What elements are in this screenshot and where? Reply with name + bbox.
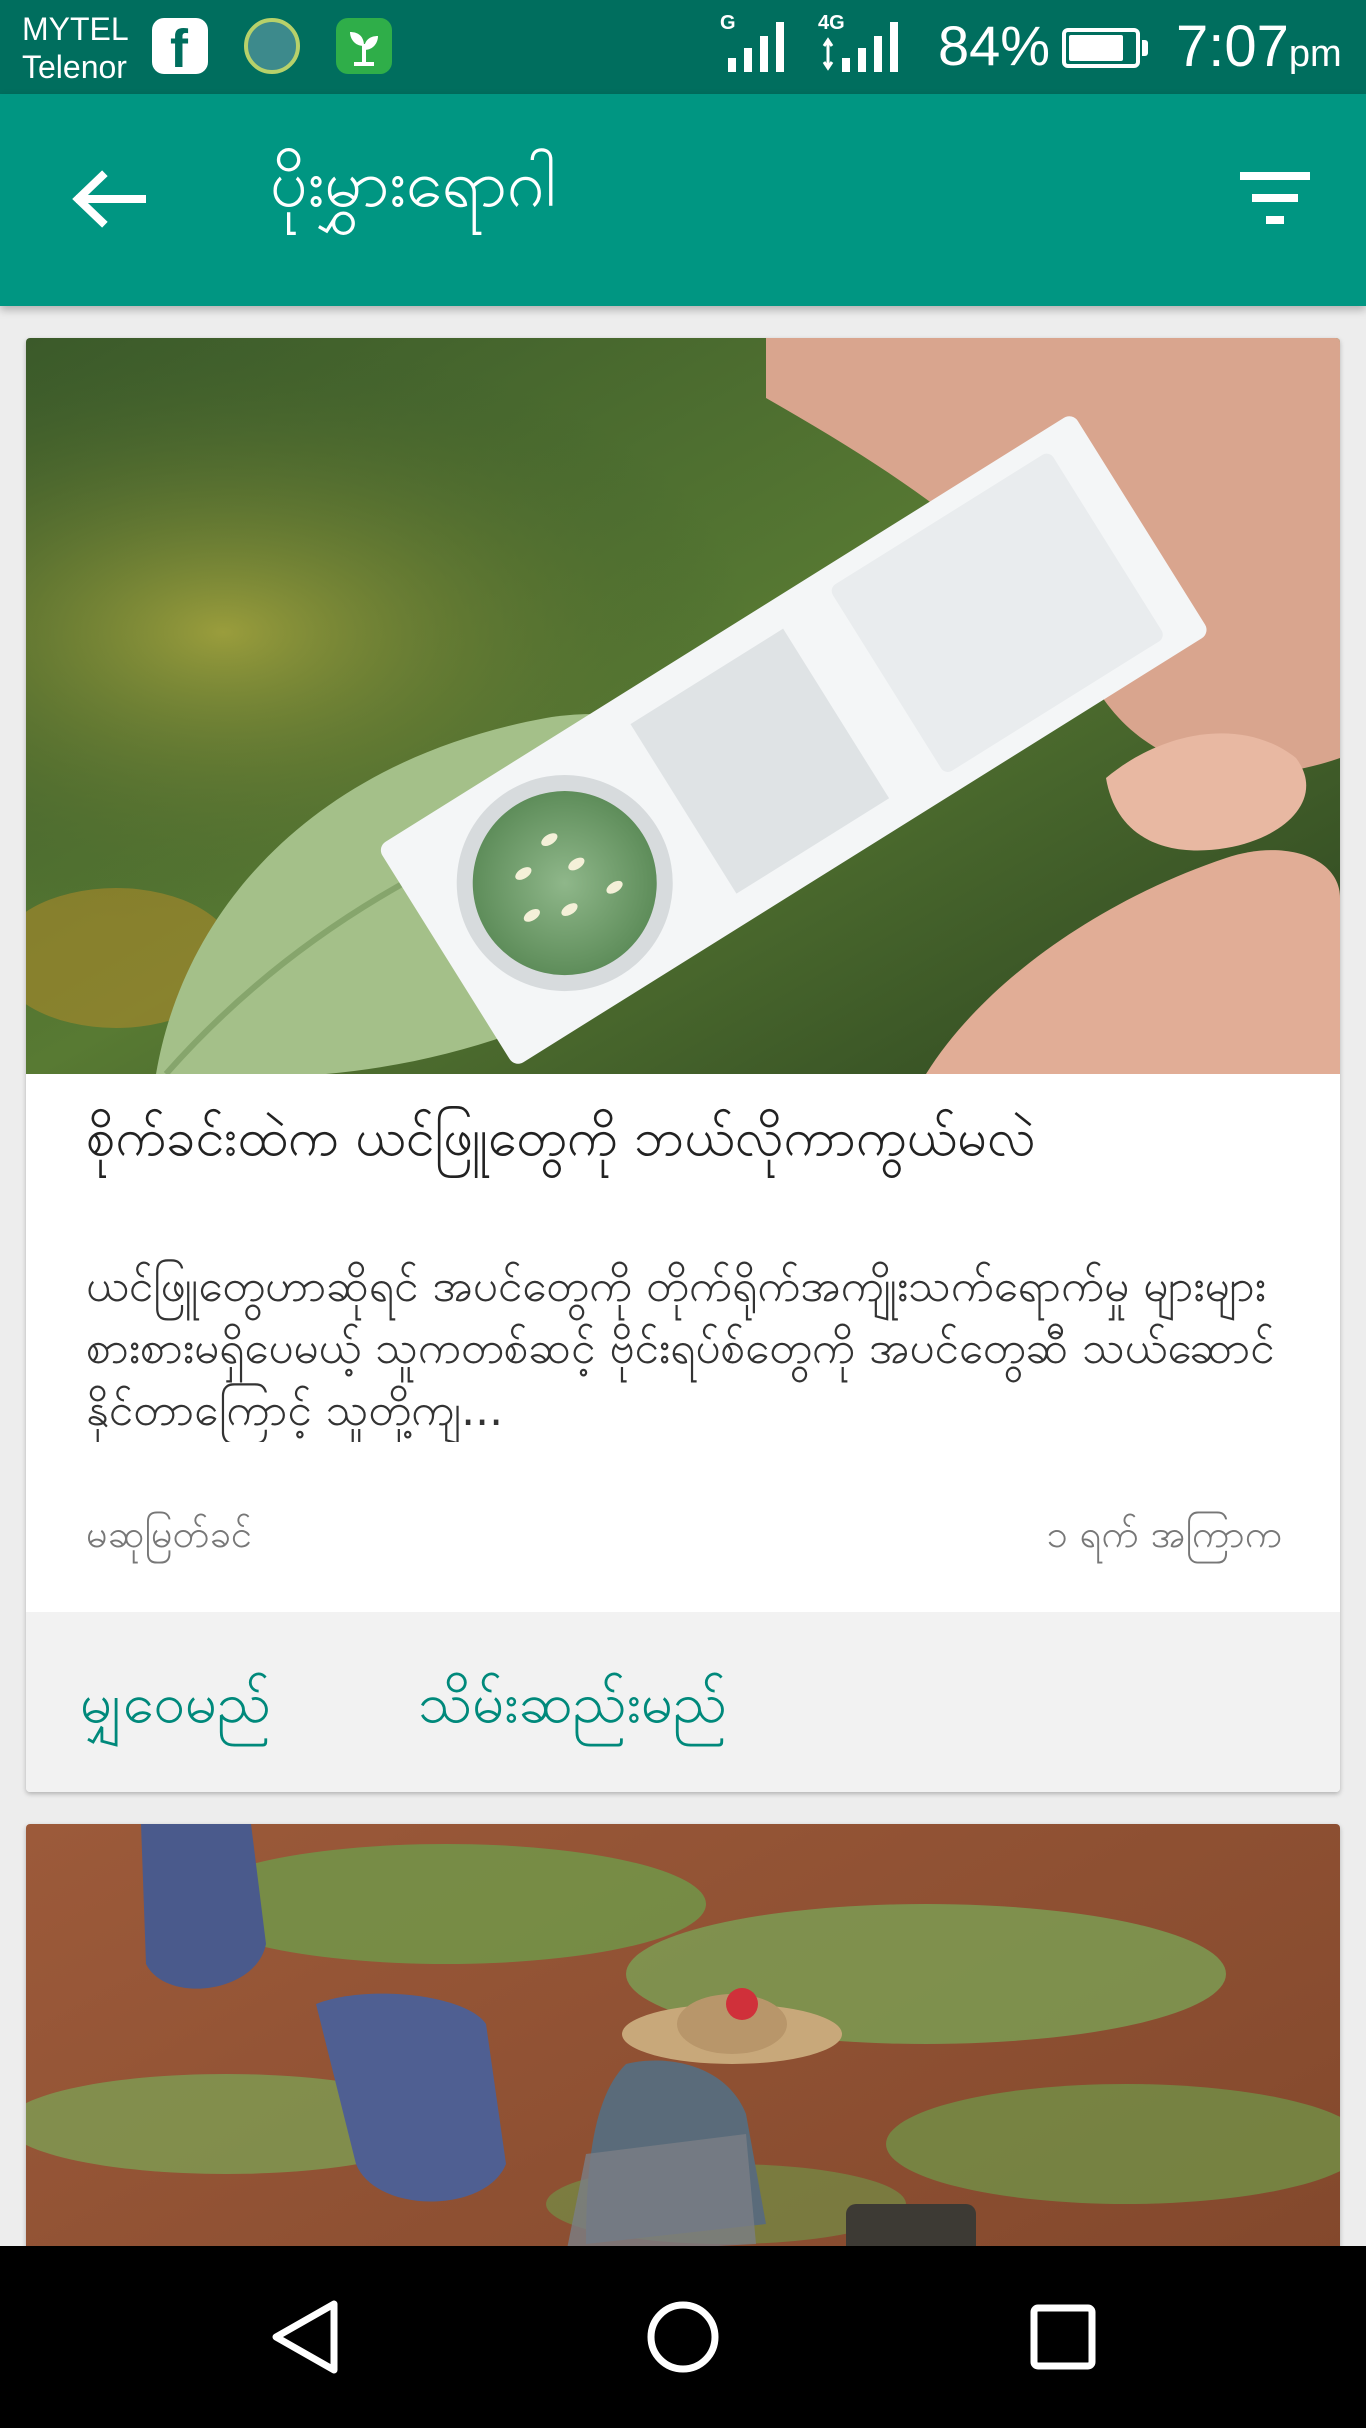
system-nav-bar: [0, 2246, 1366, 2428]
battery-icon: [1062, 28, 1140, 68]
screen: MYTEL Telenor f G 4G 84% 7:07pm ပိုးမွှာ…: [0, 0, 1366, 2428]
battery-level-fill: [1069, 35, 1123, 61]
status-bar: MYTEL Telenor f G 4G 84% 7:07pm: [0, 0, 1366, 94]
article-card[interactable]: စိုက်ခင်းထဲက ယင်ဖြူတွေကို ဘယ်လိုကာကွယ်မလ…: [26, 338, 1340, 1792]
arrow-left-icon: [72, 170, 146, 228]
plant-app-icon: [336, 18, 392, 74]
share-button[interactable]: မျှဝေမည်: [80, 1666, 271, 1742]
signal-strength-4g-icon: 4G: [818, 12, 898, 78]
article-category: မဆုမြတ်ခင်: [86, 1512, 252, 1556]
signal-strength-icon: G: [720, 12, 790, 78]
filter-button[interactable]: [1228, 160, 1322, 240]
article-image-whitefly-magnifier[interactable]: [26, 338, 1340, 1074]
clock-suffix: pm: [1288, 33, 1342, 75]
network-type-label: G: [720, 12, 736, 34]
article-title[interactable]: စိုက်ခင်းထဲက ယင်ဖြူတွေကို ဘယ်လိုကာကွယ်မလ…: [86, 1098, 1306, 1178]
carrier-primary: MYTEL: [22, 11, 129, 47]
article-summary: ယင်ဖြူတွေဟာဆိုရင် အပင်တွေကို တိုက်ရိုက်အ…: [86, 1261, 1275, 1436]
battery-cap: [1142, 40, 1148, 56]
triangle-back-icon: [272, 2300, 338, 2374]
clock-time: 7:07: [1176, 14, 1289, 79]
nav-recents-button[interactable]: [1018, 2292, 1108, 2382]
filter-icon: [1240, 172, 1310, 224]
network-type-label: 4G: [818, 12, 845, 34]
app-bar: ပိုးမွှားရောဂါ: [0, 94, 1366, 306]
circle-home-icon: [647, 2301, 719, 2373]
article-actions: မျှဝေမည် သိမ်းဆည်းမည်: [26, 1612, 1340, 1792]
browser-app-icon: [244, 18, 300, 74]
carrier-secondary: Telenor: [22, 49, 127, 85]
nav-home-button[interactable]: [638, 2292, 728, 2382]
back-button[interactable]: [62, 152, 156, 246]
nav-back-button[interactable]: [264, 2292, 354, 2382]
page-title: ပိုးမွှားရောဂါ: [270, 145, 556, 222]
carrier-info: MYTEL Telenor: [22, 10, 129, 86]
square-recents-icon: [1030, 2304, 1096, 2370]
clock: 7:07pm: [1176, 12, 1342, 89]
article-time-ago: ၁ ရက် အကြာက: [1046, 1512, 1282, 1556]
facebook-icon: f: [152, 18, 208, 79]
save-button[interactable]: သိမ်းဆည်းမည်: [418, 1666, 727, 1742]
battery-percent: 84%: [938, 14, 1051, 77]
